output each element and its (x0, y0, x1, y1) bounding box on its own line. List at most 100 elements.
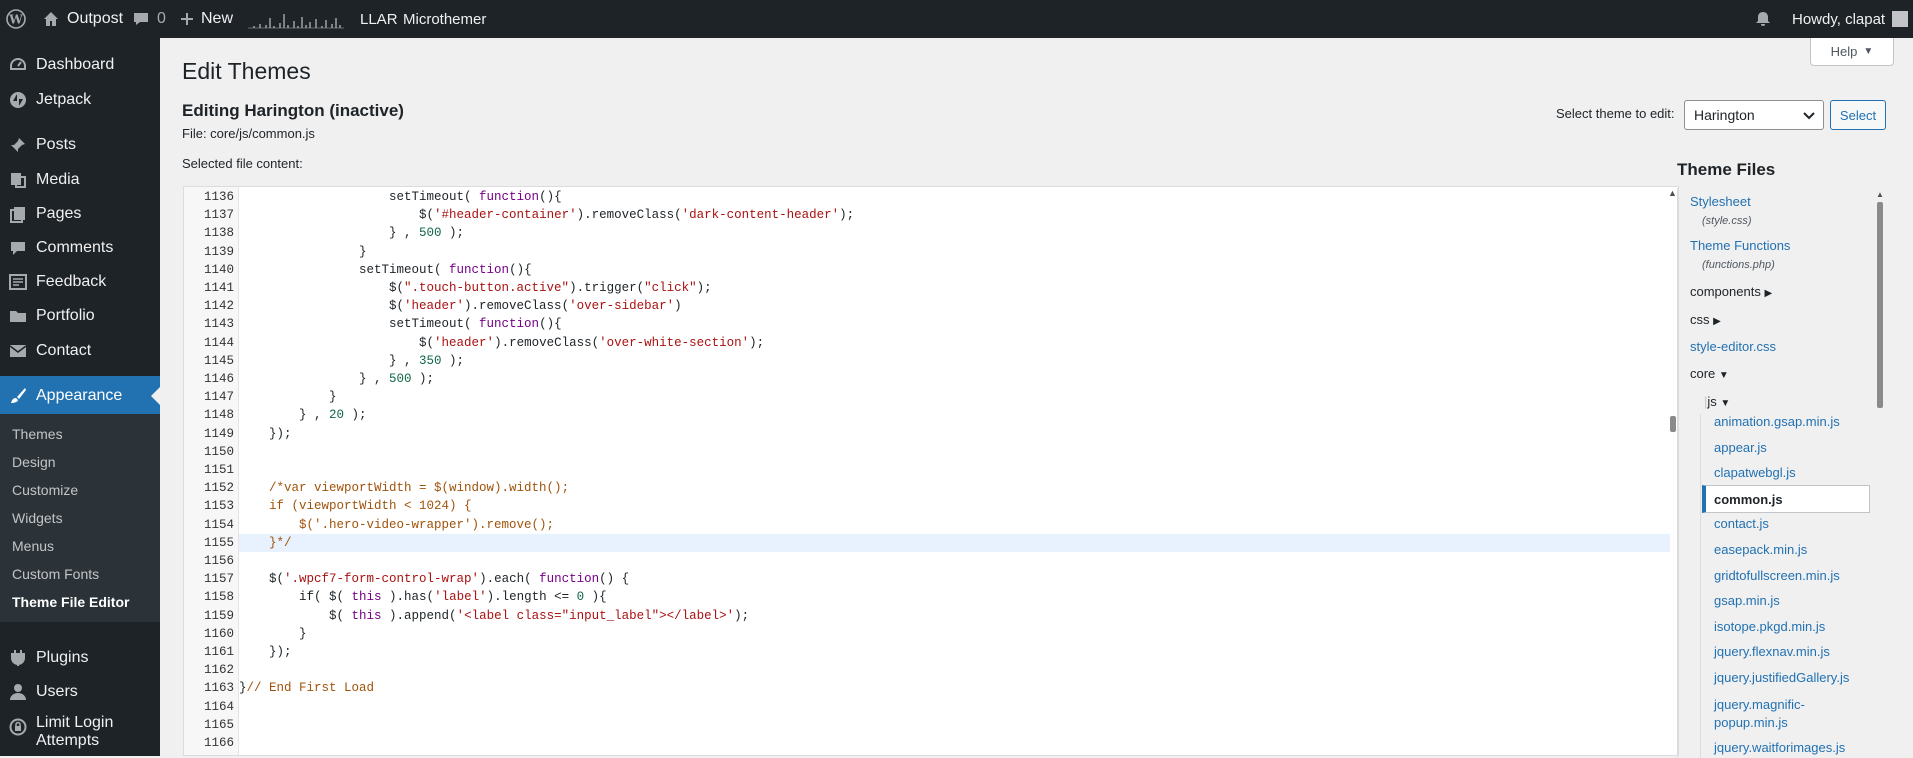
comments-link[interactable]: 0 (132, 0, 166, 38)
js-file-link[interactable]: easepack.min.js (1714, 542, 1807, 557)
microthemer-link[interactable]: Microthemer (403, 0, 486, 38)
js-file-selected[interactable]: common.js (1702, 484, 1870, 513)
folder-core[interactable]: core ▼ (1690, 366, 1729, 381)
scroll-thumb[interactable] (1670, 416, 1676, 432)
caret-down-icon: ▼ (1718, 370, 1729, 381)
admin-bar: W Outpost 0 New LLAR Microthemer Howdy, … (0, 0, 1913, 38)
code-editor[interactable]: 1136 1137 1138 1139 1140 1141 1142 1143 1144 1145… (183, 186, 1679, 756)
js-file-link[interactable]: jquery.magnific-popup.min.js (1714, 696, 1854, 732)
line-number: 1150 (203, 444, 234, 459)
submenu-menus[interactable]: Menus (12, 538, 54, 554)
code-line: $('.wpcf7-form-control-wrap').each( func… (239, 572, 630, 587)
submenu-widgets[interactable]: Widgets (12, 510, 63, 526)
style-editor-link[interactable]: style-editor.css (1690, 339, 1776, 354)
code-line: $('.hero-video-wrapper').remove(); (299, 517, 555, 532)
js-file-link[interactable]: gsap.min.js (1714, 593, 1780, 608)
line-number-gutter: 1136 1137 1138 1139 1140 1141 1142 1143 1144 1145… (184, 187, 239, 755)
editing-title: Editing Harington (inactive) (182, 101, 404, 120)
code-line: }*/ (239, 533, 1670, 552)
llar-link[interactable]: LLAR (360, 0, 398, 38)
file-path: File: core/js/common.js (182, 126, 315, 141)
code-line: $('#header-container').removeClass('dark… (239, 208, 855, 223)
code-line: if (viewportWidth < 1024) { (269, 499, 472, 514)
theme-select[interactable]: Harington (1684, 100, 1824, 130)
select-theme-button[interactable]: Select (1830, 100, 1886, 130)
line-number: 1149 (203, 426, 234, 441)
code-line: setTimeout( function(){ (239, 262, 532, 277)
stats-sparkline[interactable] (246, 0, 344, 38)
svg-text:W: W (8, 13, 23, 27)
brush-icon (0, 387, 36, 405)
js-file-link[interactable]: animation.gsap.min.js (1714, 414, 1840, 429)
wordpress-logo-icon[interactable]: W (6, 0, 26, 38)
submenu-theme-file-editor[interactable]: Theme File Editor (12, 594, 129, 610)
theme-functions-link[interactable]: Theme Functions (1690, 238, 1790, 253)
js-file-link[interactable]: jquery.justifiedGallery.js (1714, 670, 1849, 685)
new-content-link[interactable]: New (180, 0, 233, 38)
line-number: 1152 (203, 481, 234, 496)
js-file-link[interactable]: gridtofullscreen.min.js (1714, 568, 1840, 583)
files-scroll-thumb[interactable] (1877, 202, 1883, 408)
menu-dashboard[interactable]: Dashboard (0, 45, 160, 85)
menu-contact[interactable]: Contact (0, 331, 160, 371)
folder-css[interactable]: css ▶ (1690, 312, 1721, 327)
line-number: 1139 (203, 244, 234, 259)
js-file-link[interactable]: isotope.pkgd.min.js (1714, 619, 1825, 634)
folder-js[interactable]: |js ▼ (1704, 394, 1730, 409)
admin-sidebar: Dashboard Jetpack Posts Media Pages Comm… (0, 38, 160, 756)
line-number: 1143 (203, 317, 234, 332)
line-number: 1156 (203, 554, 234, 568)
comment-icon (132, 10, 150, 28)
menu-portfolio[interactable]: Portfolio (0, 296, 160, 336)
menu-posts[interactable]: Posts (0, 125, 160, 165)
js-file-link[interactable]: contact.js (1714, 516, 1769, 531)
submenu-customize[interactable]: Customize (12, 482, 78, 498)
theme-files-panel: Theme Files Stylesheet (style.css) Theme… (1677, 158, 1887, 758)
js-file-link[interactable]: jquery.waitforimages.js (1714, 740, 1845, 755)
selected-file-label: Selected file content: (182, 156, 303, 171)
submenu-custom-fonts[interactable]: Custom Fonts (12, 566, 99, 582)
submenu-design[interactable]: Design (12, 454, 56, 470)
comment-icon (0, 239, 36, 257)
folder-components[interactable]: components ▶ (1690, 284, 1772, 299)
folder-icon (0, 307, 36, 325)
stylesheet-link[interactable]: Stylesheet (1690, 194, 1751, 209)
js-file-link[interactable]: jquery.flexnav.min.js (1714, 644, 1830, 659)
js-file-link[interactable]: appear.js (1714, 440, 1767, 455)
avatar (1892, 11, 1909, 27)
files-scrollbar[interactable]: ▲ (1875, 188, 1885, 758)
js-file-link[interactable]: clapatwebgl.js (1714, 465, 1796, 480)
menu-jetpack[interactable]: Jetpack (0, 80, 160, 120)
line-number: 1137 (203, 208, 234, 223)
jetpack-icon (0, 91, 36, 109)
menu-users[interactable]: Users (0, 672, 160, 712)
line-number: 1147 (203, 390, 234, 405)
submenu-themes[interactable]: Themes (12, 426, 63, 442)
caret-right-icon: ▶ (1764, 288, 1773, 299)
scroll-up-arrow-icon[interactable]: ▲ (1668, 188, 1677, 198)
pages-icon (0, 205, 36, 223)
line-number: 1138 (203, 226, 234, 241)
stylesheet-filename: (style.css) (1702, 215, 1752, 227)
menu-appearance[interactable]: Appearance (0, 376, 160, 416)
site-name-link[interactable]: Outpost (42, 0, 123, 38)
my-account-link[interactable]: Howdy, clapat (1792, 0, 1909, 38)
scroll-up-arrow-icon[interactable]: ▲ (1876, 190, 1884, 199)
code-line: } , 20 ); (239, 408, 367, 423)
line-number: 1146 (203, 372, 234, 386)
code-line: setTimeout( function(){ (239, 317, 562, 332)
code-line: }); (239, 426, 292, 441)
code-line: setTimeout( function(){ (239, 190, 562, 204)
home-icon (42, 10, 60, 28)
help-button[interactable]: Help ▼ (1810, 38, 1894, 66)
menu-limit-login-attempts[interactable]: Limit Login Attempts (0, 710, 160, 754)
notifications-bell[interactable] (1754, 0, 1772, 38)
code-line: if( $( this ).has('label').length <= 0 )… (239, 590, 607, 605)
line-number: 1155 (203, 535, 234, 550)
pin-icon (0, 136, 36, 154)
line-number: 1165 (203, 717, 234, 732)
line-number: 1141 (203, 281, 234, 295)
